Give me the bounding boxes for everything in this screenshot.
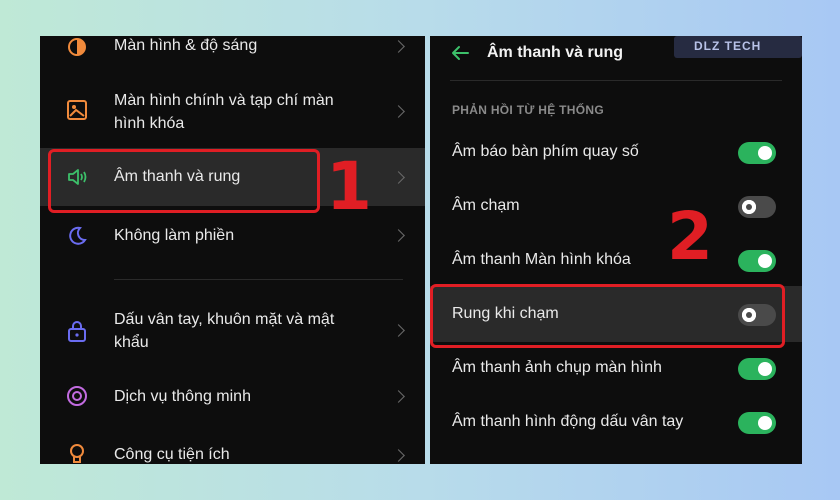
lock-icon: [66, 319, 88, 348]
home-screen-icon: [66, 99, 88, 126]
setting-label: Âm thanh hình động dấu vân tay: [452, 413, 684, 430]
chevron-right-icon: [392, 449, 405, 462]
toggle-knob: [758, 254, 772, 268]
toggle-knob: [758, 146, 772, 160]
toggle-switch[interactable]: [738, 358, 776, 380]
setting-label: Âm chạm: [452, 197, 520, 214]
smart-services-icon: [66, 385, 88, 412]
chevron-right-icon: [392, 324, 405, 337]
brightness-icon: [66, 36, 88, 63]
chevron-right-icon: [392, 105, 405, 118]
back-arrow-icon[interactable]: [450, 44, 470, 67]
callout-box-1: [48, 149, 320, 213]
callout-number-2: 2: [667, 198, 713, 275]
settings-item-label: Công cụ tiện ích: [114, 446, 230, 463]
watermark-logo: DLZ TECH: [674, 36, 802, 58]
toggle-knob: [758, 362, 772, 376]
settings-list-panel: Màn hình & độ sáng Màn hình chính và tạp…: [40, 36, 425, 464]
chevron-right-icon: [392, 390, 405, 403]
section-divider: [114, 279, 403, 280]
toggle-switch[interactable]: [738, 142, 776, 164]
chevron-right-icon: [392, 229, 405, 242]
tools-icon: [66, 442, 88, 464]
callout-number-1: 1: [326, 148, 372, 225]
settings-item-label: Màn hình & độ sáng: [114, 37, 258, 54]
toggle-switch[interactable]: [738, 196, 776, 218]
sound-vibration-panel: Âm thanh và rung DLZ TECH PHẢN HỒI TỪ HỆ…: [430, 36, 802, 464]
settings-item-label: Màn hình chính và tạp chí màn hình khóa: [114, 92, 334, 132]
callout-box-2: [430, 284, 785, 348]
page-title: Âm thanh và rung: [487, 44, 624, 61]
setting-label: Âm thanh ảnh chụp màn hình: [452, 359, 662, 376]
settings-item-label: Không làm phiền: [114, 227, 235, 244]
toggle-switch[interactable]: [738, 250, 776, 272]
settings-item-label: Dịch vụ thông minh: [114, 388, 251, 405]
chevron-right-icon: [392, 171, 405, 184]
moon-icon: [66, 225, 88, 252]
toggle-switch[interactable]: [738, 412, 776, 434]
watermark-text: DLZ TECH: [694, 39, 762, 53]
settings-item-label: Dấu vân tay, khuôn mặt và mật khẩu: [114, 311, 335, 351]
toggle-knob: [758, 416, 772, 430]
toggle-knob: [742, 200, 756, 214]
setting-label: Âm thanh Màn hình khóa: [452, 251, 631, 268]
section-header: PHẢN HỒI TỪ HỆ THỐNG: [452, 103, 604, 117]
header-divider: [450, 80, 782, 81]
chevron-right-icon: [392, 40, 405, 53]
setting-label: Âm báo bàn phím quay số: [452, 143, 639, 160]
